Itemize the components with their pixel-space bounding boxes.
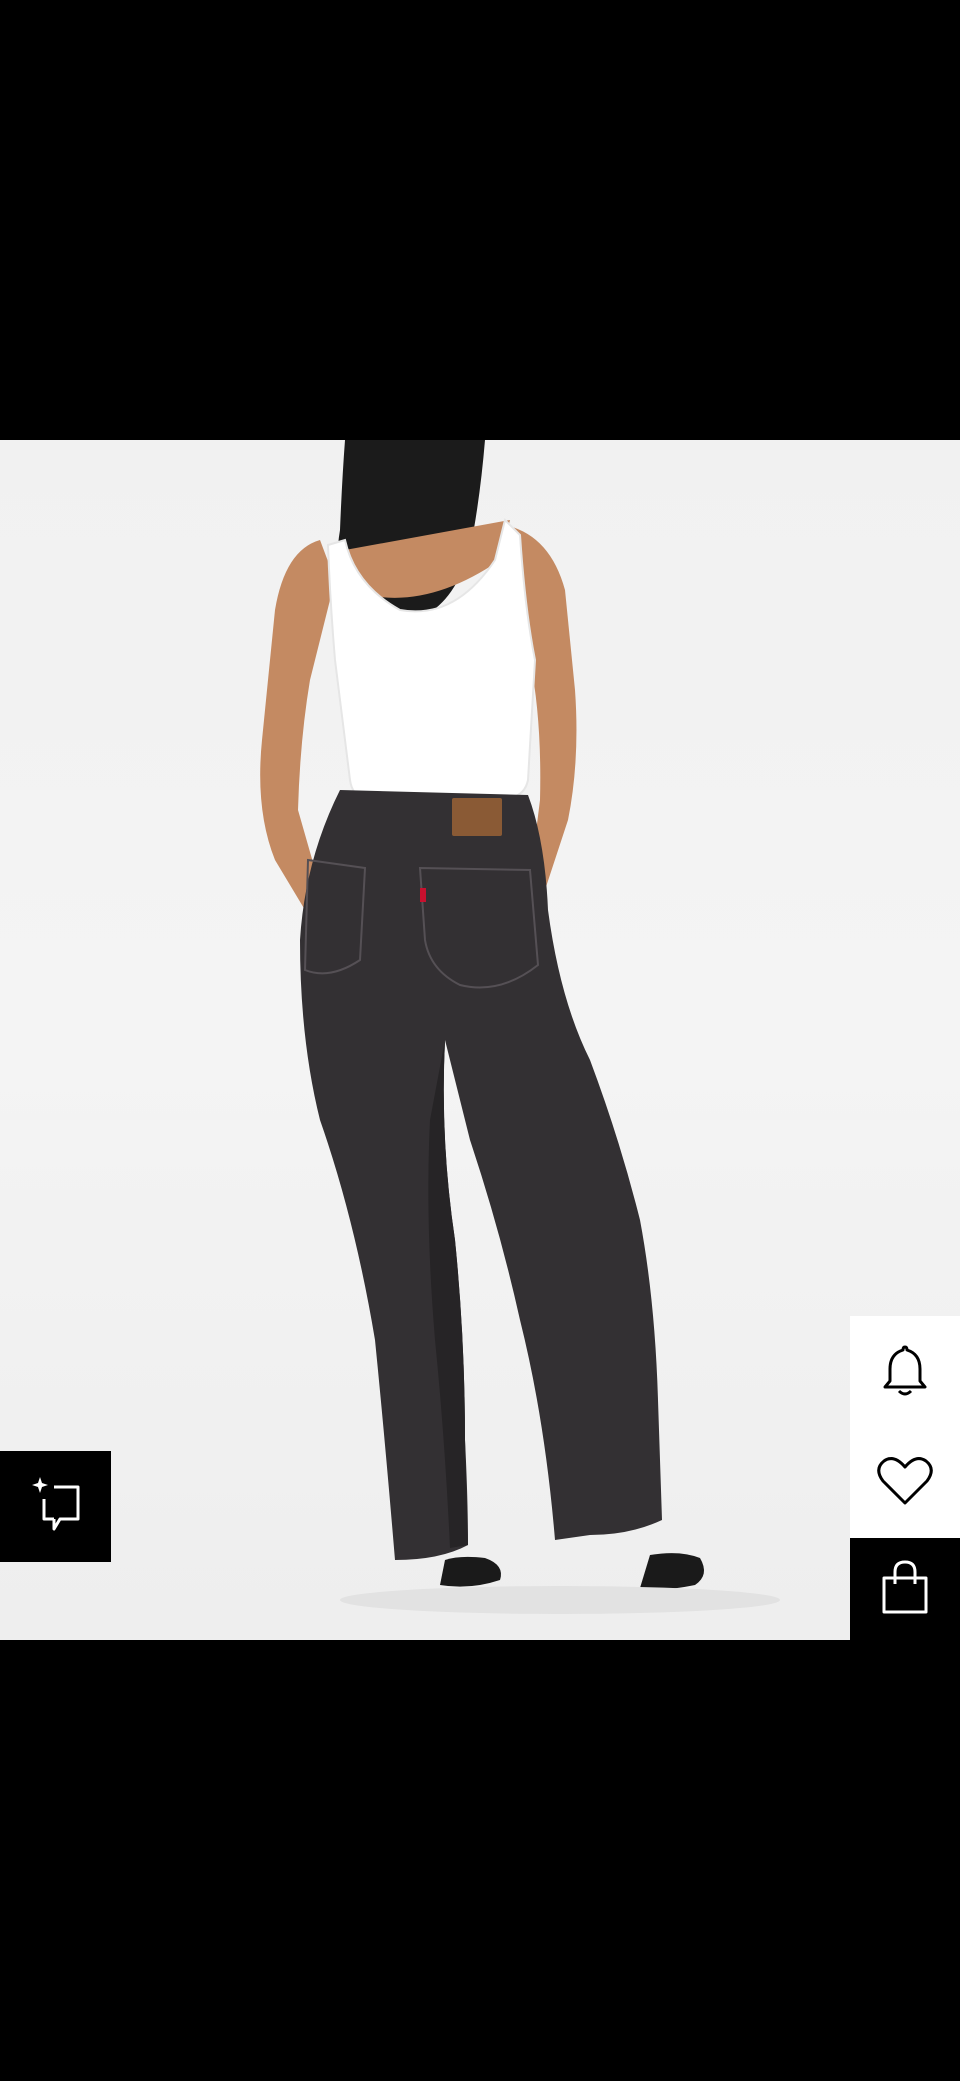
heart-icon [876, 1455, 934, 1512]
leather-patch [452, 798, 502, 836]
sparkle-frame-icon [30, 1475, 82, 1538]
left-boot [440, 1556, 501, 1587]
shopping-bag-icon [880, 1558, 930, 1621]
product-photo [260, 440, 780, 1614]
action-rail [850, 1316, 960, 1640]
black-jeans [300, 790, 662, 1560]
bell-icon [882, 1343, 928, 1402]
visual-search-button[interactable] [0, 1451, 111, 1562]
red-tab [420, 888, 426, 902]
ground-shadow [340, 1586, 780, 1614]
wishlist-button[interactable] [850, 1428, 960, 1538]
notify-button[interactable] [850, 1316, 960, 1428]
app-screen [0, 0, 960, 2081]
bag-button[interactable] [850, 1538, 960, 1640]
right-boot [640, 1553, 704, 1590]
product-image[interactable] [0, 440, 960, 1640]
